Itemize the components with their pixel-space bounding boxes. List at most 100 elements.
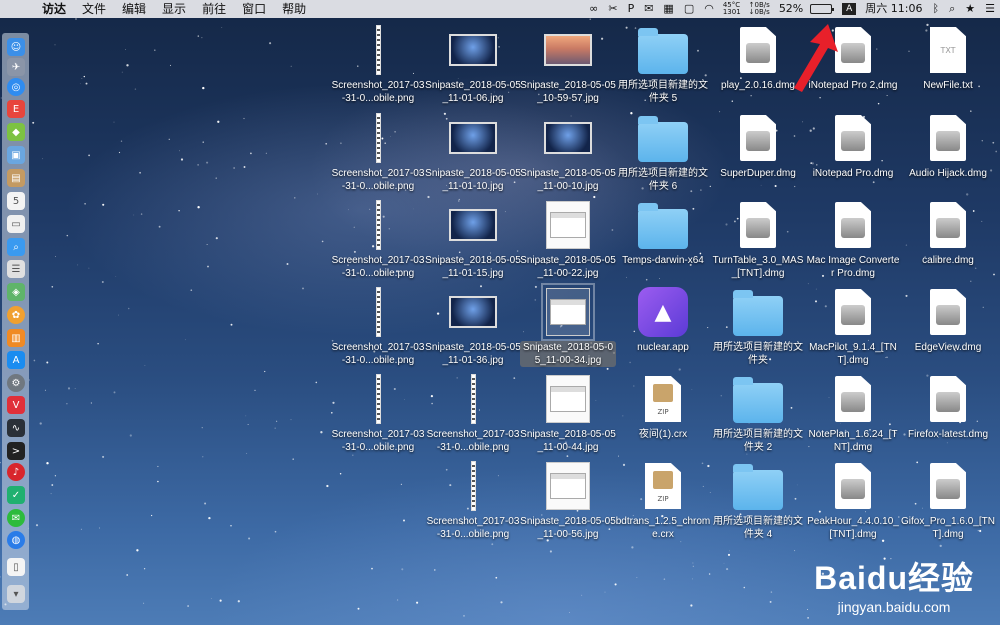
vivaldi-icon[interactable]: V xyxy=(7,396,25,414)
netease-music-icon[interactable]: ♪ xyxy=(7,463,25,481)
image-thumbnail-icon xyxy=(544,122,592,154)
desktop-item[interactable]: Snipaste_2018-05-05_11-01-06.jpg xyxy=(425,24,521,105)
desktop-item[interactable]: EdgeView.dmg xyxy=(900,286,996,354)
desktop-item-label: Snipaste_2018-05-05_11-01-10.jpg xyxy=(425,168,521,192)
desktop-item[interactable]: 用所选项目新建的文件夹 xyxy=(710,286,806,367)
baidu-netdisk-icon[interactable]: ◍ xyxy=(7,531,25,549)
clock[interactable]: 周六 11:06 xyxy=(860,0,927,18)
battery-icon[interactable] xyxy=(810,4,835,14)
desktop-item[interactable]: Screenshot_2017-03-31-0...obile.png xyxy=(330,199,426,280)
desktop-item[interactable]: Screenshot_2017-03-31-0...obile.png xyxy=(425,460,521,541)
desktop-item[interactable]: Snipaste_2018-05-05_11-00-44.jpg xyxy=(520,373,616,454)
system-preferences-icon[interactable]: ⚙ xyxy=(7,374,25,392)
desktop-item[interactable]: 用所选项目新建的文件夹 4 xyxy=(710,460,806,541)
disk-image-icon xyxy=(930,376,966,422)
menu-window[interactable]: 窗口 xyxy=(234,0,274,18)
launchpad-icon[interactable]: ✈ xyxy=(7,58,25,76)
desktop-item[interactable]: Snipaste_2018-05-05_11-00-56.jpg xyxy=(520,460,616,541)
menu-help[interactable]: 帮助 xyxy=(274,0,314,18)
calendar-icon[interactable]: 5 xyxy=(7,192,25,210)
menu-view[interactable]: 显示 xyxy=(154,0,194,18)
maps-icon[interactable]: ◈ xyxy=(7,283,25,301)
desktop-item[interactable]: ZIP bdtrans_1.2.5_chrome.crx xyxy=(615,460,711,541)
desktop-item[interactable]: Snipaste_2018-05-05_11-00-22.jpg xyxy=(520,199,616,280)
desktop-item[interactable]: calibre.dmg xyxy=(900,199,996,267)
document-icon[interactable]: ▯ xyxy=(7,558,25,576)
desktop-item[interactable]: 用所选项目新建的文件夹 5 xyxy=(615,24,711,105)
desktop-item[interactable]: iNotepad Pro.dmg xyxy=(805,112,901,180)
menu-finder[interactable]: 访达 xyxy=(34,0,74,18)
wechat-dock-icon[interactable]: ✉ xyxy=(7,509,25,527)
file-icon xyxy=(615,24,711,76)
list-icon[interactable]: ☰ xyxy=(7,260,25,278)
desktop-item[interactable]: ▲ nuclear.app xyxy=(615,286,711,354)
textedit-icon[interactable]: ▭ xyxy=(7,215,25,233)
desktop-item[interactable]: 用所选项目新建的文件夹 6 xyxy=(615,112,711,193)
notification-center-icon[interactable]: ☰ xyxy=(980,0,1000,18)
appstore-icon[interactable]: A xyxy=(7,351,25,369)
menu-file[interactable]: 文件 xyxy=(74,0,114,18)
desktop-item[interactable]: Snipaste_2018-05-05_11-00-34.jpg xyxy=(520,283,616,367)
image-thumbnail-icon xyxy=(541,283,595,341)
desktop-item[interactable]: SuperDuper.dmg xyxy=(710,112,806,180)
desktop-item[interactable]: Snipaste_2018-05-05_11-01-36.jpg xyxy=(425,286,521,367)
activity-monitor-icon[interactable]: ∿ xyxy=(7,419,25,437)
file-icon xyxy=(425,460,521,512)
menu-go[interactable]: 前往 xyxy=(194,0,234,18)
android-icon[interactable]: ◆ xyxy=(7,123,25,141)
wechat-icon[interactable]: ✉ xyxy=(639,0,658,18)
desktop-item-label: TurnTable_3.0_MAS_[TNT].dmg xyxy=(712,255,804,279)
paypal-icon[interactable]: P xyxy=(623,0,640,18)
desktop-item[interactable]: 用所选项目新建的文件夹 2 xyxy=(710,373,806,454)
desktop-item[interactable]: TurnTable_3.0_MAS_[TNT].dmg xyxy=(710,199,806,280)
desktop-item[interactable]: Audio Hijack.dmg xyxy=(900,112,996,180)
desktop-item[interactable]: MacPilot_9.1.4_[TNT].dmg xyxy=(805,286,901,367)
desktop-item[interactable]: Mac Image Converter Pro.dmg xyxy=(805,199,901,280)
books-icon[interactable]: ▥ xyxy=(7,329,25,347)
app-grid-icon[interactable]: ▦ xyxy=(658,0,678,18)
desktop-item[interactable]: TXT NewFile.txt xyxy=(900,24,996,92)
input-method-indicator[interactable]: A xyxy=(842,3,857,15)
notes-icon[interactable]: ▤ xyxy=(7,169,25,187)
app-green-icon[interactable]: ✓ xyxy=(7,486,25,504)
desktop-item[interactable]: Snipaste_2018-05-05_10-59-57.jpg xyxy=(520,24,616,105)
desktop-item[interactable]: ZIP 夜间(1).crx xyxy=(615,373,711,441)
photos-icon[interactable]: ✿ xyxy=(7,306,25,324)
folder-icon xyxy=(638,116,688,162)
terminal-icon[interactable]: > xyxy=(7,442,25,460)
file-icon xyxy=(425,286,521,338)
screenshot-strip-icon xyxy=(375,25,381,75)
desktop-item[interactable]: Snipaste_2018-05-05_11-01-15.jpg xyxy=(425,199,521,280)
safari-icon[interactable]: ◎ xyxy=(7,78,25,96)
network-speed-readout[interactable]: ↑0B/s ↓0B/s xyxy=(745,0,774,18)
desktop-item[interactable]: Screenshot_2017-03-31-0...obile.png xyxy=(425,373,521,454)
desktop-item[interactable]: Screenshot_2017-03-31-0...obile.png xyxy=(330,373,426,454)
desktop-item[interactable]: PeakHour_4.4.0.10_[TNT].dmg xyxy=(805,460,901,541)
favorites-icon[interactable]: ★ xyxy=(960,0,980,18)
wifi-icon[interactable]: ◠ xyxy=(699,0,719,18)
bluetooth-icon[interactable]: ᛒ xyxy=(927,0,944,18)
menu-edit[interactable]: 编辑 xyxy=(114,0,154,18)
desktop-item[interactable]: Screenshot_2017-03-31-0...obile.png xyxy=(330,112,426,193)
desktop-item[interactable]: Screenshot_2017-03-31-0...obile.png xyxy=(330,286,426,367)
desktop-item[interactable]: Snipaste_2018-05-05_11-01-10.jpg xyxy=(425,112,521,193)
app-icon[interactable]: E xyxy=(7,100,25,118)
cpu-temp-readout[interactable]: 45°C 1301 xyxy=(719,0,745,18)
desktop-item[interactable]: Firefox-latest.dmg xyxy=(900,373,996,441)
desktop-item[interactable]: Gifox_Pro_1.6.0_[TNT].dmg xyxy=(900,460,996,541)
glasses-icon[interactable]: ∞ xyxy=(584,0,603,18)
finder-icon[interactable]: ☺ xyxy=(7,38,25,56)
search-icon[interactable]: ⌕ xyxy=(944,0,960,18)
desktop-item[interactable]: Temps-darwin-x64 xyxy=(615,199,711,267)
desktop-item[interactable]: Snipaste_2018-05-05_11-00-10.jpg xyxy=(520,112,616,193)
file-icon xyxy=(520,283,616,341)
desktop-item[interactable]: NotePlan_1.6.24_[TNT].dmg xyxy=(805,373,901,454)
battery-percent[interactable]: 52% xyxy=(774,0,808,18)
preview-icon[interactable]: ▣ xyxy=(7,146,25,164)
finder-search-icon[interactable]: ⌕ xyxy=(7,238,25,256)
trash-icon[interactable]: ▾ xyxy=(7,585,25,603)
desktop-item[interactable]: Screenshot_2017-03-31-0...obile.png xyxy=(330,24,426,105)
screenshot-icon[interactable]: ✂ xyxy=(603,0,622,18)
monitor-icon[interactable]: ▢ xyxy=(679,0,699,18)
file-icon xyxy=(425,112,521,164)
